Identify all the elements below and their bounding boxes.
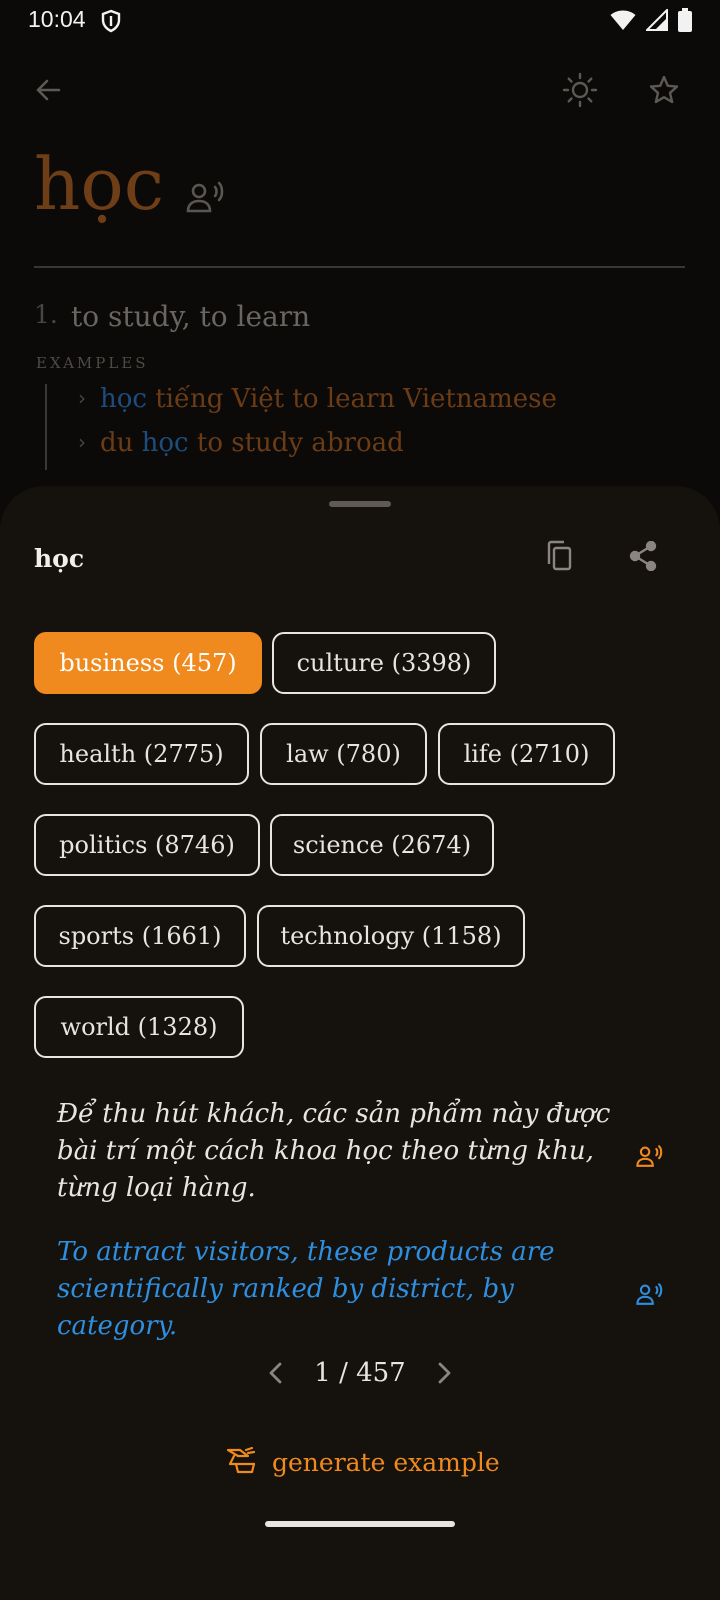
examples-bar — [45, 384, 47, 470]
chip-law[interactable]: law (780) — [260, 723, 427, 785]
example-highlight: học — [141, 428, 189, 458]
speaker-icon[interactable] — [636, 1282, 664, 1310]
share-icon[interactable] — [619, 532, 667, 580]
drag-handle[interactable] — [329, 501, 391, 507]
definition-text: to study, to learn — [71, 300, 311, 333]
divider — [34, 266, 685, 268]
sheet-word: học — [34, 544, 85, 573]
chip-world[interactable]: world (1328) — [34, 996, 244, 1058]
shield-icon — [101, 9, 121, 37]
chip-politics[interactable]: politics (8746) — [34, 814, 260, 876]
example-translation: To attract visitors, these products are … — [57, 1237, 555, 1341]
chip-business[interactable]: business (457) — [34, 632, 262, 694]
definition-number: 1. — [34, 300, 58, 329]
brightness-icon[interactable] — [556, 66, 604, 114]
battery-icon — [678, 8, 692, 36]
signal-icon — [644, 7, 668, 35]
pager: 1 / 457 — [0, 1346, 720, 1402]
generate-example-button[interactable]: generate example — [226, 1440, 500, 1484]
star-icon[interactable] — [640, 66, 688, 114]
chip-sports[interactable]: sports (1661) — [34, 905, 246, 967]
wifi-icon — [610, 9, 636, 35]
chip-culture[interactable]: culture (3398) — [272, 632, 496, 694]
example-item[interactable]: › du học to study abroad — [78, 428, 404, 458]
back-arrow-icon[interactable] — [24, 66, 72, 114]
chevron-left-icon[interactable] — [264, 1360, 288, 1390]
example-rest: to study abroad — [188, 428, 404, 458]
gesture-navigation-bar[interactable] — [265, 1521, 455, 1527]
example-sentence: Để thu hút khách, các sản phẩm này được … — [57, 1099, 611, 1203]
example-item[interactable]: › học tiếng Việt to learn Vietnamese — [78, 384, 557, 414]
speaker-icon[interactable] — [636, 1144, 664, 1172]
status-bar: 10:04 — [0, 0, 720, 44]
pager-label: 1 / 457 — [314, 1358, 406, 1388]
generate-icon — [226, 1446, 258, 1478]
example-prefix: du — [100, 428, 142, 458]
chip-life[interactable]: life (2710) — [438, 723, 615, 785]
chip-health[interactable]: health (2775) — [34, 723, 249, 785]
example-highlight: học — [100, 384, 147, 414]
status-time: 10:04 — [28, 6, 86, 32]
speaker-icon[interactable] — [186, 180, 226, 218]
chip-technology[interactable]: technology (1158) — [257, 905, 525, 967]
examples-label: EXAMPLES — [36, 354, 149, 372]
generate-example-label: generate example — [272, 1447, 500, 1477]
example-rest: tiếng Việt to learn Vietnamese — [146, 384, 557, 414]
copy-icon[interactable] — [535, 532, 583, 580]
top-app-bar — [0, 60, 720, 120]
chevron-right-icon[interactable] — [432, 1360, 456, 1390]
chip-science[interactable]: science (2674) — [270, 814, 494, 876]
chevron-right-icon: › — [78, 386, 86, 410]
entry-word: học — [34, 142, 165, 226]
chevron-right-icon: › — [78, 430, 86, 454]
bottom-sheet: học business (457) culture (3398) health… — [0, 486, 720, 1600]
